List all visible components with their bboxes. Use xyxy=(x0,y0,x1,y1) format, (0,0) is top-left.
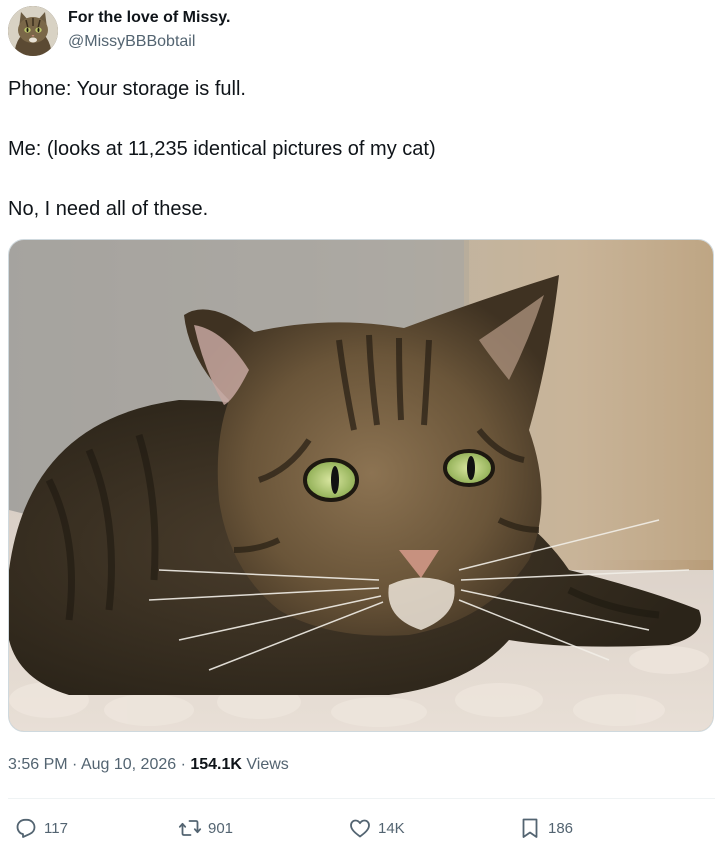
bookmark-icon xyxy=(522,818,538,838)
tweet-line: No, I need all of these. xyxy=(8,198,209,220)
tweet-line: Me: (looks at 11,235 identical pictures … xyxy=(8,138,436,160)
author-handle[interactable]: @MissyBBBobtail xyxy=(68,32,230,52)
divider xyxy=(8,798,715,799)
views-count: 154.1K xyxy=(190,756,242,773)
reply-icon xyxy=(16,818,36,838)
action-bar: 117 901 14K 186 xyxy=(0,810,723,846)
author-avatar[interactable] xyxy=(8,6,58,56)
author-display-name[interactable]: For the love of Missy. xyxy=(68,8,230,28)
meta-separator: · xyxy=(176,756,191,773)
tweet-line: Phone: Your storage is full. xyxy=(8,78,246,100)
cat-photo-image xyxy=(9,240,713,731)
reply-count: 117 xyxy=(44,819,68,837)
tweet-meta: 3:56 PM · Aug 10, 2026 · 154.1K Views xyxy=(8,754,289,776)
like-button[interactable]: 14K xyxy=(348,814,405,842)
author-info: For the love of Missy. @MissyBBBobtail xyxy=(68,8,230,52)
bookmark-count: 186 xyxy=(548,819,574,837)
tweet-photo[interactable] xyxy=(8,239,714,732)
like-count: 14K xyxy=(378,819,405,837)
heart-icon xyxy=(350,819,370,838)
repost-icon xyxy=(178,820,202,836)
views-label: Views xyxy=(246,756,289,773)
repost-count: 901 xyxy=(208,819,234,837)
bookmark-button[interactable]: 186 xyxy=(518,814,573,842)
meta-separator: · xyxy=(67,756,81,773)
tweet-date[interactable]: Aug 10, 2026 xyxy=(81,756,176,773)
reply-button[interactable]: 117 xyxy=(14,814,68,842)
repost-button[interactable]: 901 xyxy=(178,814,233,842)
tweet-time[interactable]: 3:56 PM xyxy=(8,756,68,773)
tweet-text: Phone: Your storage is full. Me: (looks … xyxy=(8,74,708,254)
